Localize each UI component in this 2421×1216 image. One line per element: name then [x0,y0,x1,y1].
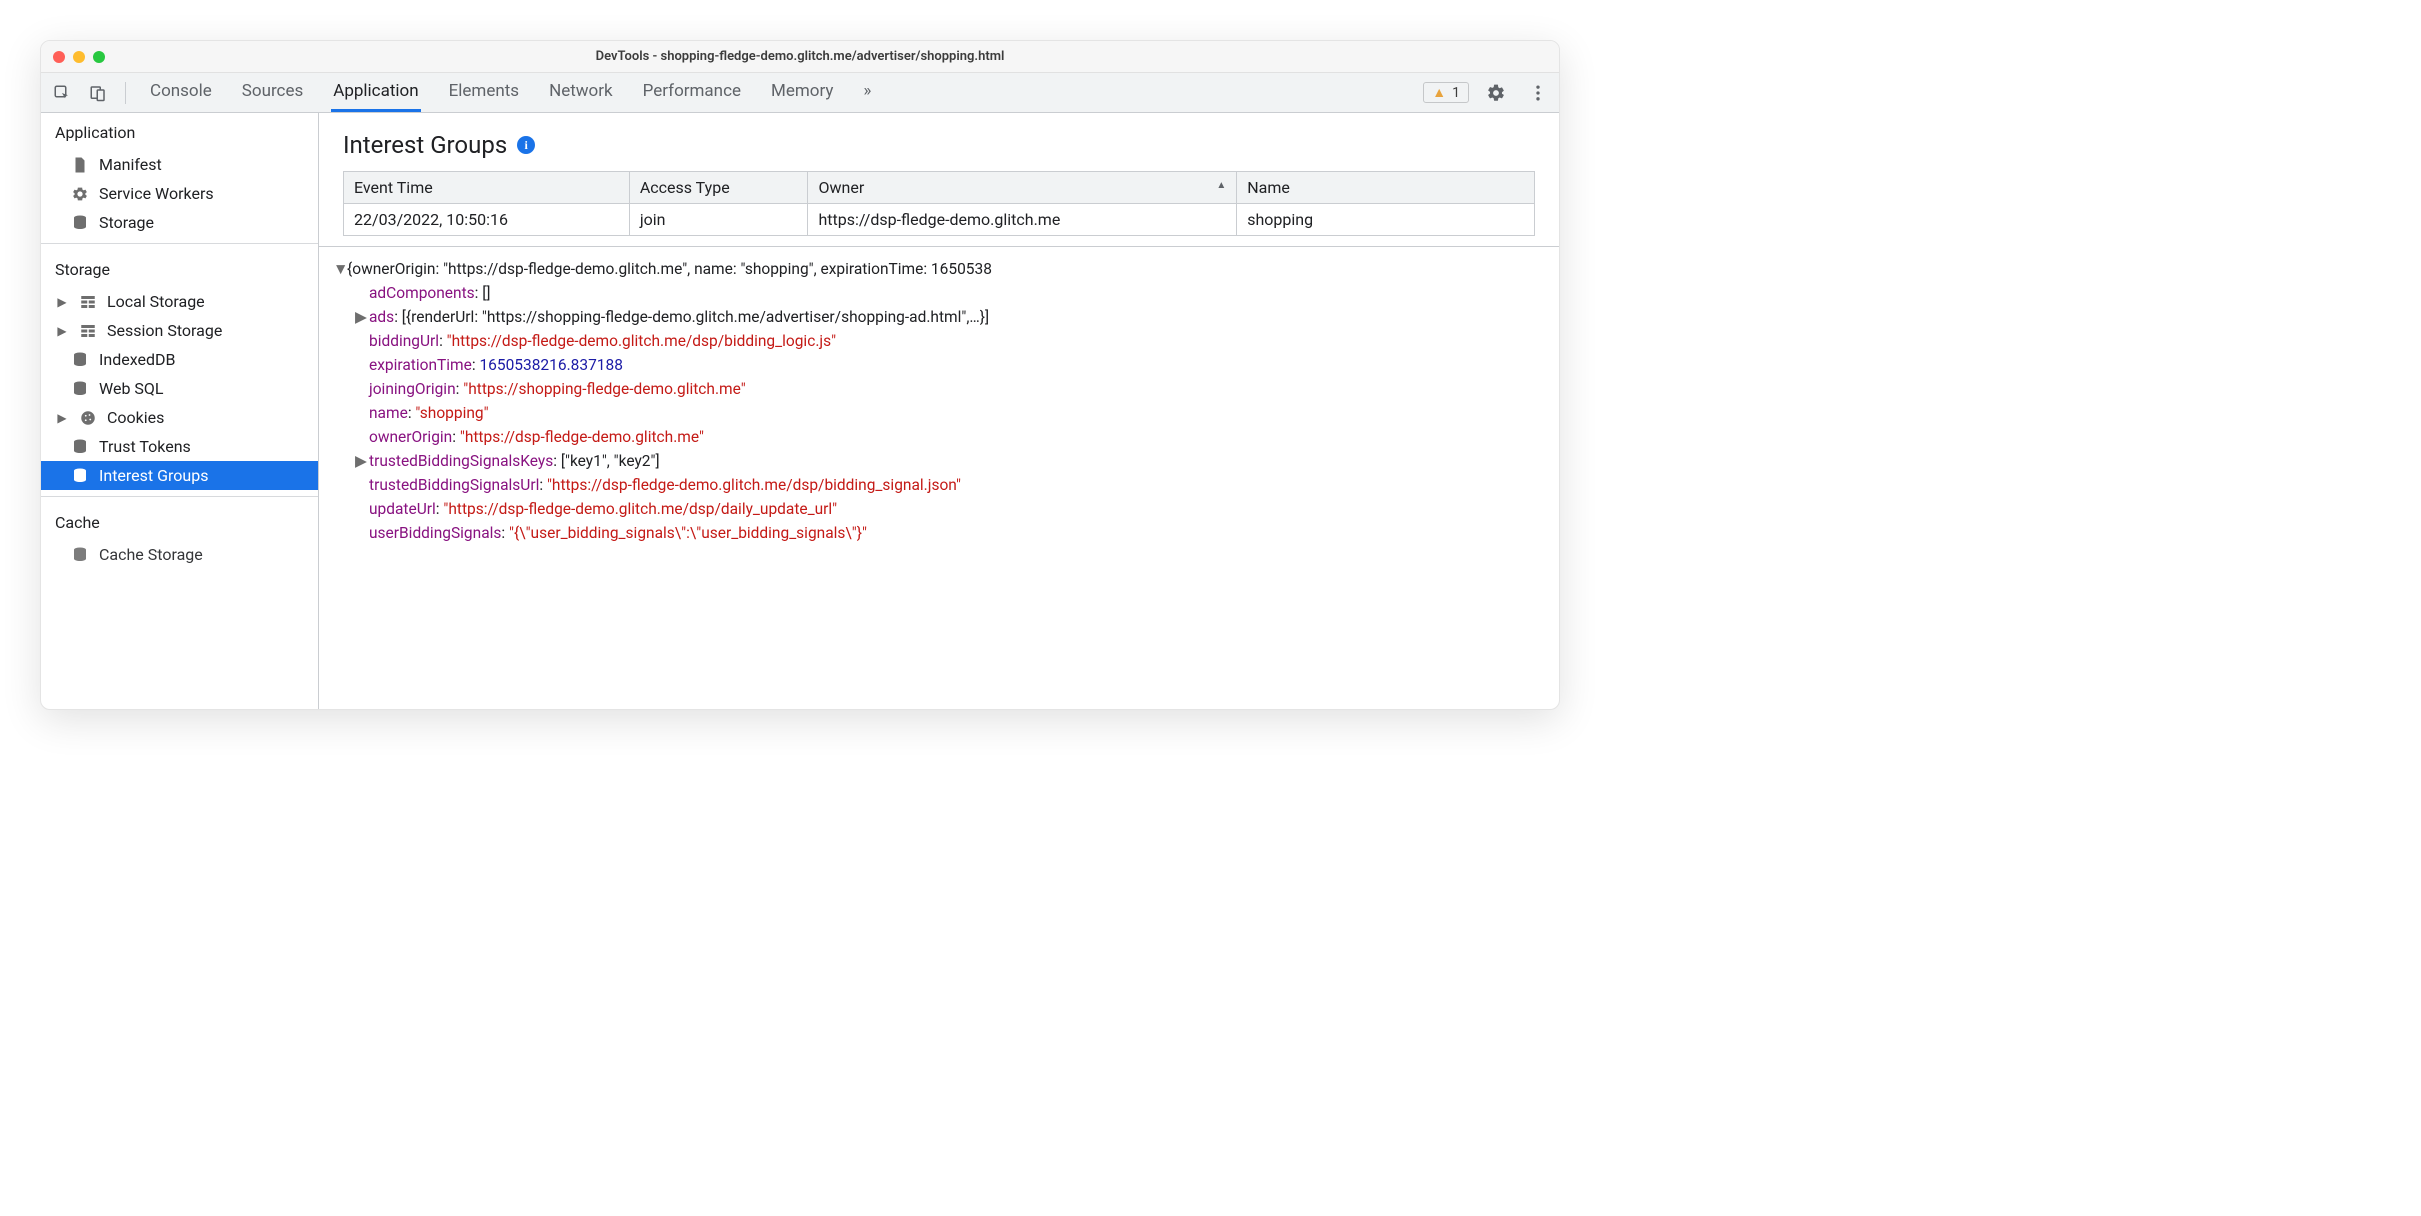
panel-header: Interest Groups i [319,113,1559,171]
more-menu-button[interactable] [1523,78,1553,108]
settings-button[interactable] [1481,78,1511,108]
table-row[interactable]: 22/03/2022, 10:50:16 join https://dsp-fl… [344,204,1535,236]
sidebar-section-application: Application [41,113,318,150]
expand-icon: ▶ [55,411,69,425]
sidebar-item-label: Cookies [107,408,164,427]
panel-title: Interest Groups [343,131,507,159]
devtools-window: DevTools - shopping-fledge-demo.glitch.m… [40,40,1560,710]
expand-icon: ▶ [355,305,369,329]
object-viewer: ▼{ownerOrigin: "https://dsp-fledge-demo.… [319,246,1559,555]
tab-console[interactable]: Console [148,73,214,112]
sort-up-icon: ▲ [1216,180,1226,191]
sidebar-item-label: Session Storage [107,321,222,340]
obj-prop-name[interactable]: name: "shopping" [327,401,1551,425]
warning-count: 1 [1452,85,1460,101]
device-toggle-button[interactable] [83,78,113,108]
col-event-time[interactable]: Event Time [344,172,630,204]
database-icon [71,380,89,398]
sidebar-item-trust-tokens[interactable]: Trust Tokens [41,432,318,461]
sidebar-item-label: Service Workers [99,184,214,203]
sidebar-section-storage: Storage [41,250,318,287]
sidebar-item-label: Local Storage [107,292,205,311]
col-owner[interactable]: Owner▲ [808,172,1237,204]
obj-prop-joiningorigin[interactable]: joiningOrigin: "https://shopping-fledge-… [327,377,1551,401]
cell-name: shopping [1237,204,1535,236]
tab-sources[interactable]: Sources [240,73,305,112]
sidebar-item-local-storage[interactable]: ▶ Local Storage [41,287,318,316]
obj-prop-adcomponents[interactable]: adComponents: [] [327,281,1551,305]
panel-tabs: Console Sources Application Elements Net… [148,73,873,112]
separator [125,82,126,104]
sidebar-item-label: IndexedDB [99,350,175,369]
sidebar-item-storage[interactable]: Storage [41,208,318,237]
sidebar-item-label: Storage [99,213,154,232]
cell-owner: https://dsp-fledge-demo.glitch.me [808,204,1237,236]
sidebar-item-manifest[interactable]: Manifest [41,150,318,179]
database-icon [71,438,89,456]
sidebar-item-interest-groups[interactable]: Interest Groups [41,461,318,490]
warnings-badge[interactable]: ▲ 1 [1423,82,1469,103]
table-icon [79,293,97,311]
gear-icon [71,185,89,203]
expand-icon: ▶ [55,324,69,338]
expand-icon: ▶ [55,295,69,309]
sidebar-item-label: Cache Storage [99,545,203,564]
database-icon [71,546,89,564]
obj-prop-tbsu[interactable]: trustedBiddingSignalsUrl: "https://dsp-f… [327,473,1551,497]
col-name[interactable]: Name [1237,172,1535,204]
obj-prop-updateurl[interactable]: updateUrl: "https://dsp-fledge-demo.glit… [327,497,1551,521]
window-title: DevTools - shopping-fledge-demo.glitch.m… [41,49,1559,64]
tab-elements[interactable]: Elements [447,73,521,112]
sidebar-section-cache: Cache [41,503,318,540]
expand-icon: ▶ [355,449,369,473]
obj-prop-ads[interactable]: ▶ads: [{renderUrl: "https://shopping-fle… [327,305,1551,329]
tab-performance[interactable]: Performance [641,73,743,112]
info-icon[interactable]: i [517,136,535,154]
separator [41,496,318,497]
tab-memory[interactable]: Memory [769,73,835,112]
sidebar-item-cache-storage[interactable]: Cache Storage [41,540,318,569]
tab-network[interactable]: Network [547,73,615,112]
col-access-type[interactable]: Access Type [629,172,808,204]
sidebar-item-label: Interest Groups [99,466,208,485]
application-sidebar: Application Manifest Service Workers Sto… [41,113,319,709]
sidebar-item-service-workers[interactable]: Service Workers [41,179,318,208]
sidebar-item-label: Trust Tokens [99,437,191,456]
database-icon [71,351,89,369]
database-icon [71,214,89,232]
inspect-element-button[interactable] [47,78,77,108]
devtools-toolbar: Console Sources Application Elements Net… [41,73,1559,113]
tabs-overflow-button[interactable]: » [861,73,873,112]
cookie-icon [79,409,97,427]
obj-prop-ownerorigin[interactable]: ownerOrigin: "https://dsp-fledge-demo.gl… [327,425,1551,449]
sidebar-item-websql[interactable]: Web SQL [41,374,318,403]
table-icon [79,322,97,340]
collapse-icon: ▼ [333,257,347,281]
obj-prop-tbsk[interactable]: ▶trustedBiddingSignalsKeys: ["key1", "ke… [327,449,1551,473]
sidebar-item-indexeddb[interactable]: IndexedDB [41,345,318,374]
warning-icon: ▲ [1432,84,1446,101]
sidebar-item-cookies[interactable]: ▶ Cookies [41,403,318,432]
sidebar-item-session-storage[interactable]: ▶ Session Storage [41,316,318,345]
cell-event-time: 22/03/2022, 10:50:16 [344,204,630,236]
database-icon [71,467,89,485]
obj-prop-biddingurl[interactable]: biddingUrl: "https://dsp-fledge-demo.gli… [327,329,1551,353]
obj-root[interactable]: ▼{ownerOrigin: "https://dsp-fledge-demo.… [327,257,1551,281]
table-header-row: Event Time Access Type Owner▲ Name [344,172,1535,204]
obj-prop-userbiddingsignals[interactable]: userBiddingSignals: "{\"user_bidding_sig… [327,521,1551,545]
window-titlebar: DevTools - shopping-fledge-demo.glitch.m… [41,41,1559,73]
obj-prop-expirationtime[interactable]: expirationTime: 1650538216.837188 [327,353,1551,377]
tab-application[interactable]: Application [331,73,420,112]
interest-groups-table: Event Time Access Type Owner▲ Name 22/03… [343,171,1535,236]
separator [41,243,318,244]
cell-access-type: join [629,204,808,236]
file-icon [71,156,89,174]
sidebar-item-label: Manifest [99,155,162,174]
main-panel: Interest Groups i Event Time Access Type… [319,113,1559,709]
sidebar-item-label: Web SQL [99,379,164,398]
